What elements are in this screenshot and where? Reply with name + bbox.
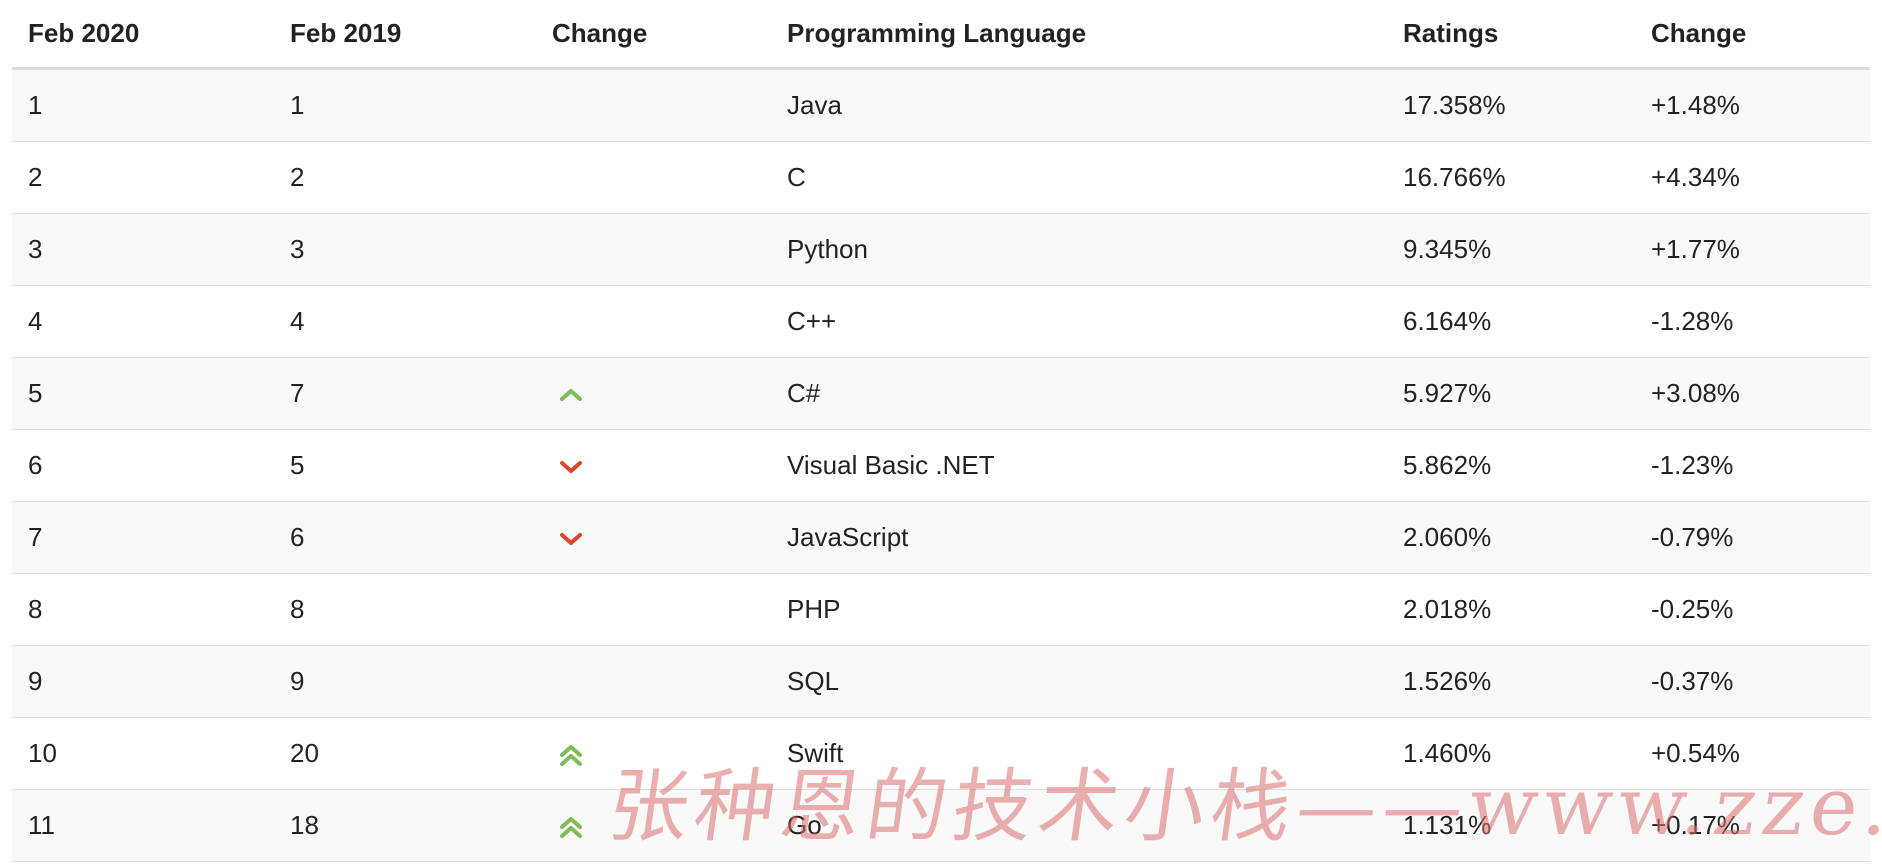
cell-rank-2020: 4 xyxy=(12,285,274,358)
cell-ratings: 5.862% xyxy=(1387,429,1635,502)
cell-trend xyxy=(536,717,771,790)
cell-rank-2019: 4 xyxy=(274,285,536,358)
header-change-arrow[interactable]: Change xyxy=(536,0,771,70)
cell-ratings: 1.131% xyxy=(1387,789,1635,862)
header-change-percent[interactable]: Change xyxy=(1635,0,1870,70)
table-row[interactable]: 8 8 PHP 2.018% -0.25% xyxy=(12,573,1870,646)
cell-rank-2019: 8 xyxy=(274,573,536,646)
cell-language: Java xyxy=(771,68,1387,142)
cell-language: PHP xyxy=(771,573,1387,646)
cell-trend xyxy=(536,141,771,214)
cell-rank-2020: 5 xyxy=(12,357,274,430)
language-ranking-table-container: Feb 2020 Feb 2019 Change Programming Lan… xyxy=(12,0,1870,862)
table-row[interactable]: 4 4 C++ 6.164% -1.28% xyxy=(12,285,1870,358)
cell-language: C xyxy=(771,141,1387,214)
table-row[interactable]: 9 9 SQL 1.526% -0.37% xyxy=(12,645,1870,718)
cell-change: -0.25% xyxy=(1635,573,1870,646)
cell-rank-2020: 3 xyxy=(12,213,274,286)
cell-ratings: 9.345% xyxy=(1387,213,1635,286)
header-feb-2019[interactable]: Feb 2019 xyxy=(274,0,536,70)
cell-ratings: 1.460% xyxy=(1387,717,1635,790)
table-row[interactable]: 1 1 Java 17.358% +1.48% xyxy=(12,68,1870,142)
cell-rank-2019: 1 xyxy=(274,68,536,142)
chevron-down-icon xyxy=(556,524,586,554)
cell-trend xyxy=(536,357,771,430)
cell-language: Swift xyxy=(771,717,1387,790)
cell-change: -0.37% xyxy=(1635,645,1870,718)
cell-language: C# xyxy=(771,357,1387,430)
cell-ratings: 5.927% xyxy=(1387,357,1635,430)
cell-rank-2020: 7 xyxy=(12,501,274,574)
table-header: Feb 2020 Feb 2019 Change Programming Lan… xyxy=(12,0,1870,70)
table-row[interactable]: 3 3 Python 9.345% +1.77% xyxy=(12,213,1870,286)
cell-rank-2019: 6 xyxy=(274,501,536,574)
cell-rank-2019: 20 xyxy=(274,717,536,790)
cell-ratings: 17.358% xyxy=(1387,68,1635,142)
cell-trend xyxy=(536,68,771,142)
table-row[interactable]: 5 7 C# 5.927% +3.08% xyxy=(12,357,1870,430)
cell-language: Visual Basic .NET xyxy=(771,429,1387,502)
chevron-down-icon xyxy=(556,452,586,482)
cell-trend xyxy=(536,789,771,862)
cell-language: C++ xyxy=(771,285,1387,358)
header-ratings[interactable]: Ratings xyxy=(1387,0,1635,70)
cell-ratings: 16.766% xyxy=(1387,141,1635,214)
cell-language: Python xyxy=(771,213,1387,286)
cell-change: +0.17% xyxy=(1635,789,1870,862)
cell-trend xyxy=(536,285,771,358)
header-programming-language[interactable]: Programming Language xyxy=(771,0,1387,70)
cell-rank-2020: 11 xyxy=(12,789,274,862)
chevron-up-icon xyxy=(556,380,586,410)
cell-rank-2020: 10 xyxy=(12,717,274,790)
double-chevron-up-icon xyxy=(556,740,586,770)
cell-language: SQL xyxy=(771,645,1387,718)
cell-language: Go xyxy=(771,789,1387,862)
language-ranking-table: Feb 2020 Feb 2019 Change Programming Lan… xyxy=(12,0,1870,862)
double-chevron-up-icon xyxy=(556,812,586,842)
table-row[interactable]: 6 5 Visual Basic .NET 5.862% -1.23% xyxy=(12,429,1870,502)
cell-change: -1.23% xyxy=(1635,429,1870,502)
cell-change: -0.79% xyxy=(1635,501,1870,574)
cell-ratings: 1.526% xyxy=(1387,645,1635,718)
cell-rank-2019: 18 xyxy=(274,789,536,862)
cell-language: JavaScript xyxy=(771,501,1387,574)
header-feb-2020[interactable]: Feb 2020 xyxy=(12,0,274,70)
cell-trend xyxy=(536,429,771,502)
cell-rank-2019: 2 xyxy=(274,141,536,214)
cell-rank-2019: 3 xyxy=(274,213,536,286)
cell-change: -1.28% xyxy=(1635,285,1870,358)
cell-trend xyxy=(536,213,771,286)
cell-change: +1.48% xyxy=(1635,68,1870,142)
cell-trend xyxy=(536,645,771,718)
table-row[interactable]: 10 20 Swift 1.460% +0.54% xyxy=(12,717,1870,790)
cell-rank-2019: 7 xyxy=(274,357,536,430)
header-row: Feb 2020 Feb 2019 Change Programming Lan… xyxy=(12,0,1870,70)
cell-change: +3.08% xyxy=(1635,357,1870,430)
table-row[interactable]: 11 18 Go 1.131% +0.17% xyxy=(12,789,1870,862)
cell-ratings: 2.018% xyxy=(1387,573,1635,646)
cell-ratings: 6.164% xyxy=(1387,285,1635,358)
cell-trend xyxy=(536,501,771,574)
cell-change: +4.34% xyxy=(1635,141,1870,214)
cell-rank-2020: 2 xyxy=(12,141,274,214)
table-row[interactable]: 2 2 C 16.766% +4.34% xyxy=(12,141,1870,214)
cell-rank-2019: 9 xyxy=(274,645,536,718)
cell-rank-2020: 9 xyxy=(12,645,274,718)
cell-rank-2019: 5 xyxy=(274,429,536,502)
cell-ratings: 2.060% xyxy=(1387,501,1635,574)
table-body: 1 1 Java 17.358% +1.48% 2 2 C 16.766% +4.34% 3 3 Pyt… xyxy=(12,68,1870,862)
cell-trend xyxy=(536,573,771,646)
table-row[interactable]: 7 6 JavaScript 2.060% -0.79% xyxy=(12,501,1870,574)
cell-change: +1.77% xyxy=(1635,213,1870,286)
cell-rank-2020: 8 xyxy=(12,573,274,646)
cell-change: +0.54% xyxy=(1635,717,1870,790)
cell-rank-2020: 1 xyxy=(12,68,274,142)
cell-rank-2020: 6 xyxy=(12,429,274,502)
